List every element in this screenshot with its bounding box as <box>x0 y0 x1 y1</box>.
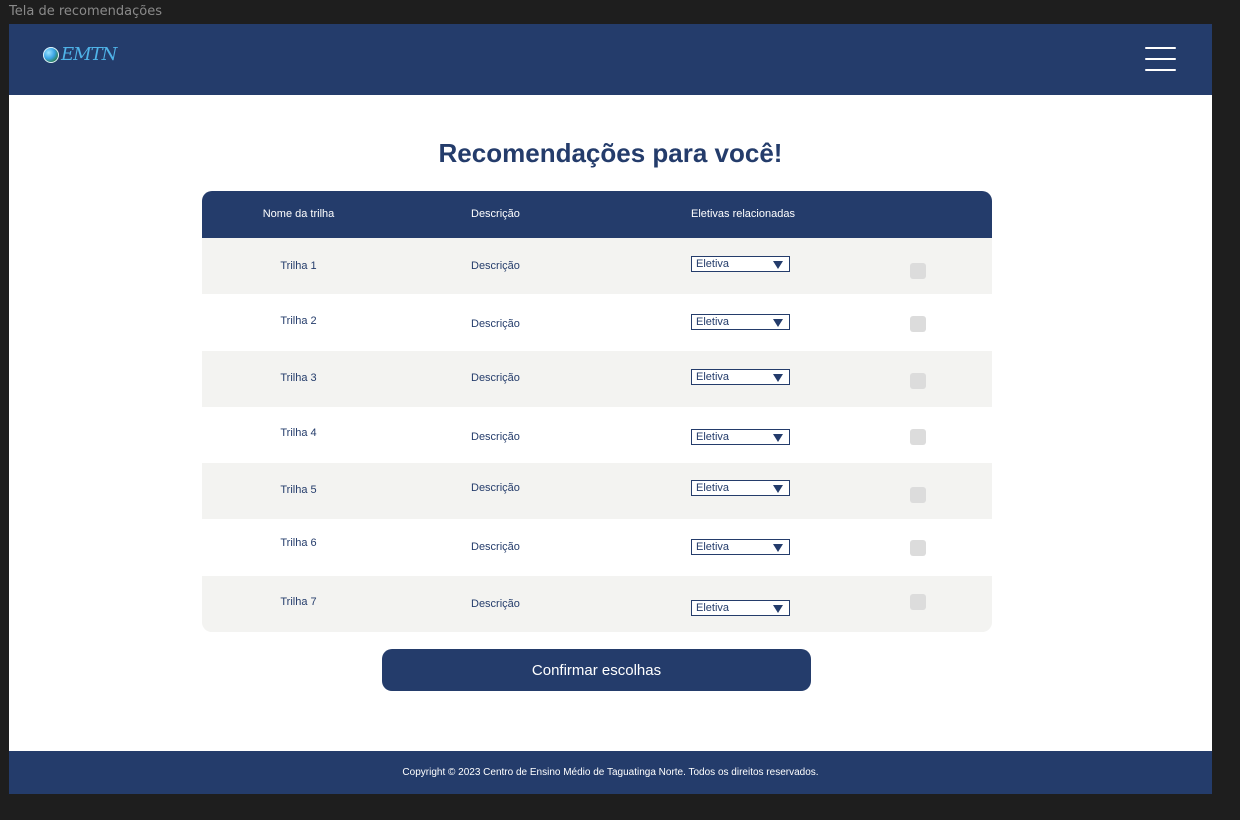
copyright-text: Copyright © 2023 Centro de Ensino Médio … <box>402 767 819 778</box>
elective-select[interactable]: Eletiva <box>691 599 790 616</box>
table-row: Trilha 3 Descrição Eletiva <box>202 350 992 407</box>
page-title: Recomendações para você! <box>438 138 783 168</box>
top-navbar: EMTN <box>9 24 1212 95</box>
trail-description: Descrição <box>471 430 520 443</box>
elective-select-value: Eletiva <box>696 258 730 270</box>
elective-select-value: Eletiva <box>696 482 730 495</box>
globe-logo-icon <box>43 46 59 63</box>
app-frame: EMTN Recomendações para você! Nome da tr… <box>9 24 1212 794</box>
table-row: Trilha 7 Descrição Eletiva <box>202 575 992 632</box>
column-header-name: Nome da trilha <box>262 208 335 220</box>
table-row: Trilha 1 Descrição Eletiva <box>202 238 992 295</box>
confirm-choices-button[interactable]: Confirmar escolhas <box>382 649 811 691</box>
trail-name: Trilha 1 <box>280 260 317 272</box>
trail-checkbox[interactable] <box>910 372 926 389</box>
trail-name: Trilha 3 <box>280 371 317 384</box>
elective-select[interactable]: Eletiva <box>691 256 790 272</box>
menu-line <box>1145 69 1176 71</box>
elective-select-value: Eletiva <box>696 370 730 383</box>
triangle-down-icon <box>773 604 783 613</box>
triangle-down-icon <box>773 261 783 269</box>
elective-select[interactable]: Eletiva <box>691 539 790 556</box>
trail-name: Trilha 2 <box>280 315 317 328</box>
frame-label: Tela de recomendações <box>9 4 162 19</box>
elective-select[interactable]: Eletiva <box>691 314 790 331</box>
trail-description: Descrição <box>471 318 520 331</box>
column-header-electives: Eletivas relacionadas <box>691 208 795 220</box>
triangle-down-icon <box>773 485 783 494</box>
menu-line <box>1145 58 1176 60</box>
elective-select-value: Eletiva <box>696 430 730 443</box>
elective-select-value: Eletiva <box>696 316 730 329</box>
elective-select-value: Eletiva <box>696 541 730 554</box>
elective-select[interactable]: Eletiva <box>691 368 790 385</box>
site-logo[interactable]: EMTN <box>43 44 117 65</box>
menu-line <box>1145 47 1176 49</box>
trail-description: Descrição <box>471 541 520 554</box>
column-header-description: Descrição <box>471 208 520 220</box>
trail-checkbox[interactable] <box>910 428 926 445</box>
triangle-down-icon <box>773 544 783 553</box>
trail-description: Descrição <box>471 482 520 495</box>
elective-select[interactable]: Eletiva <box>691 480 790 497</box>
footer: Copyright © 2023 Centro de Ensino Médio … <box>9 751 1212 794</box>
trail-description: Descrição <box>471 597 520 610</box>
trail-name: Trilha 6 <box>280 537 317 550</box>
table-row: Trilha 5 Descrição Eletiva <box>202 463 992 520</box>
triangle-down-icon <box>773 373 783 382</box>
triangle-down-icon <box>773 319 783 328</box>
table-row: Trilha 6 Descrição Eletiva <box>202 519 992 576</box>
trail-name: Trilha 5 <box>280 484 317 497</box>
triangle-down-icon <box>773 433 783 442</box>
trail-checkbox[interactable] <box>910 540 926 557</box>
logo-text: EMTN <box>61 44 117 65</box>
trail-description: Descrição <box>471 260 520 272</box>
table-row: Trilha 4 Descrição Eletiva <box>202 406 992 464</box>
trail-description: Descrição <box>471 371 520 384</box>
trail-checkbox[interactable] <box>910 263 926 279</box>
trail-checkbox[interactable] <box>910 316 926 333</box>
hamburger-menu-icon[interactable] <box>1145 47 1176 71</box>
trail-name: Trilha 4 <box>280 426 317 439</box>
elective-select-value: Eletiva <box>696 601 730 614</box>
recommendations-table: Nome da trilha Descrição Eletivas relaci… <box>202 191 992 632</box>
table-row: Trilha 2 Descrição Eletiva <box>202 294 992 351</box>
trail-name: Trilha 7 <box>280 595 317 608</box>
table-header: Nome da trilha Descrição Eletivas relaci… <box>202 191 992 238</box>
elective-select[interactable]: Eletiva <box>691 428 790 445</box>
trail-checkbox[interactable] <box>910 593 926 610</box>
trail-checkbox[interactable] <box>910 487 926 504</box>
